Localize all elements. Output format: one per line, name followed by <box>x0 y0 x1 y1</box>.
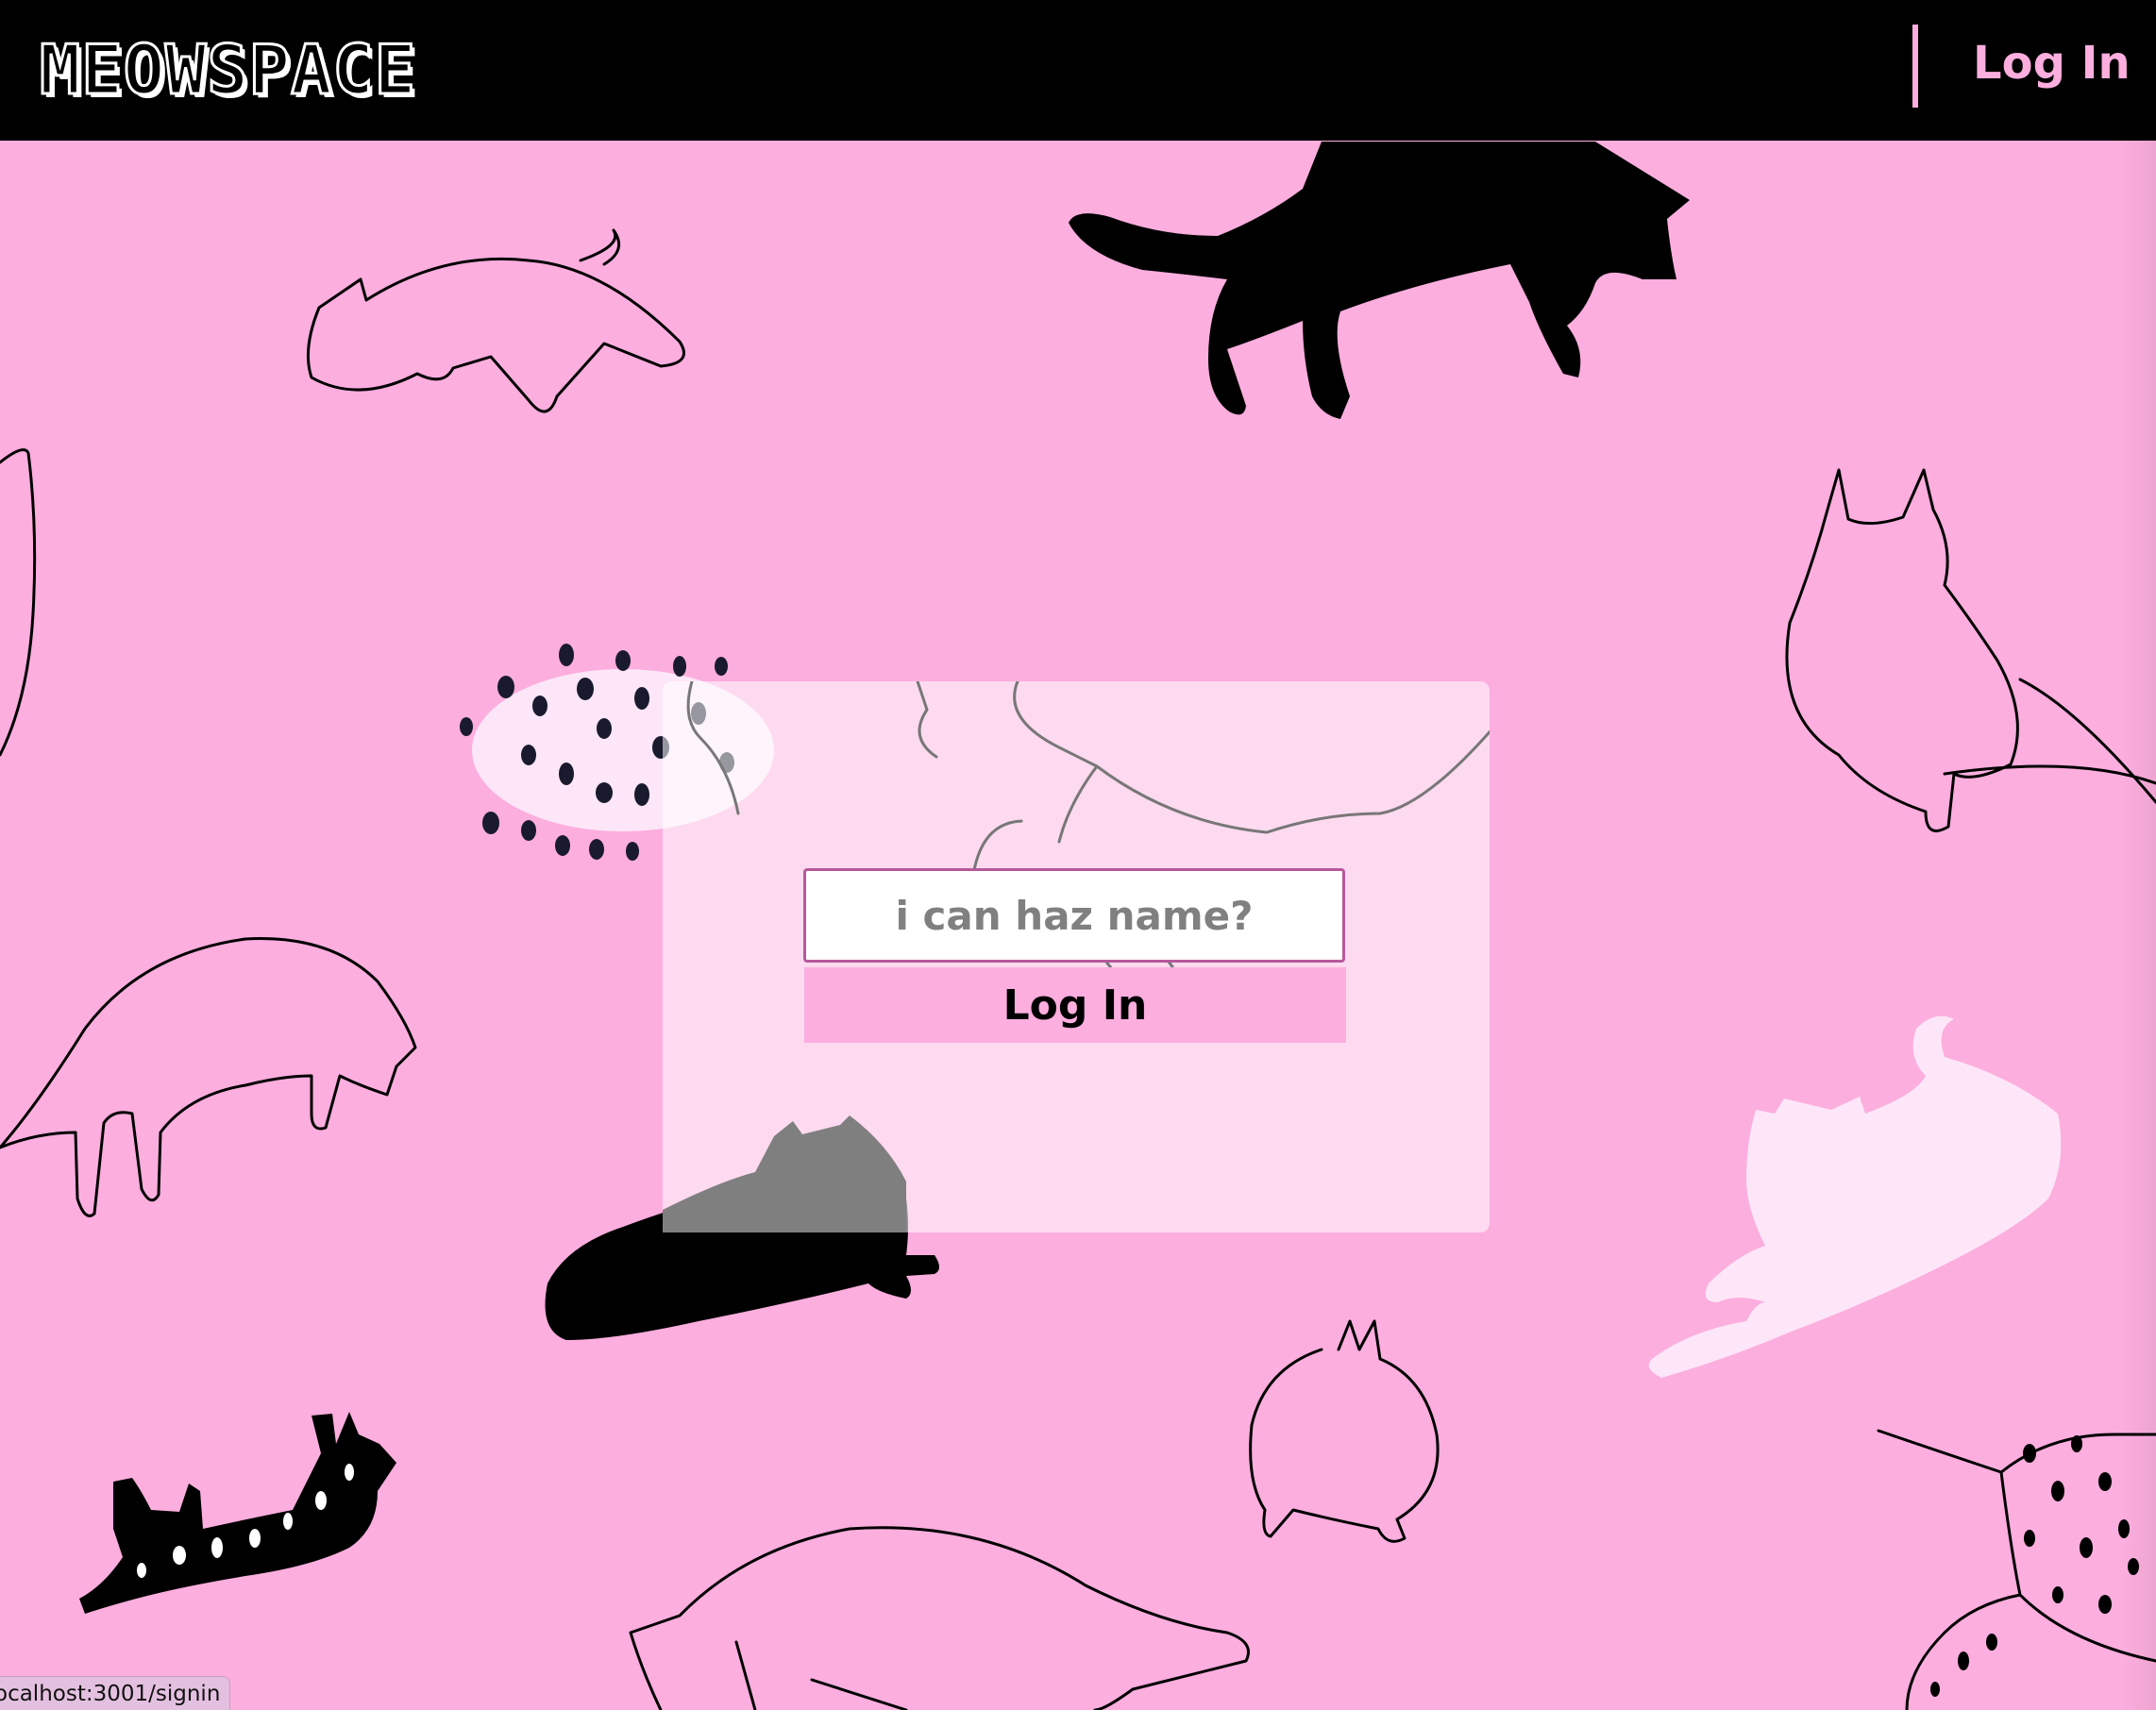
cat-illustration <box>1785 468 2156 832</box>
top-navbar: MEOWSPACE Log In <box>0 0 2156 141</box>
username-input[interactable] <box>803 868 1345 963</box>
status-bar-url: ocalhost:3001/signin <box>0 1676 230 1710</box>
cat-illustration <box>663 1115 906 1232</box>
cat-illustration <box>1648 1015 2062 1378</box>
cat-illustration <box>79 1412 396 1614</box>
login-submit-button[interactable]: Log In <box>804 967 1346 1043</box>
cat-illustration <box>629 1526 1250 1710</box>
cat-illustration <box>1930 1435 2139 1697</box>
nav-login-link[interactable]: Log In <box>1973 30 2131 96</box>
cat-illustration <box>0 937 417 1217</box>
cat-illustration <box>306 228 685 413</box>
site-logo[interactable]: MEOWSPACE <box>38 31 416 109</box>
scroll-shadow <box>2122 141 2156 1710</box>
cat-illustration <box>1069 142 1690 419</box>
nav-divider <box>1912 25 1918 108</box>
cat-illustration <box>1877 1429 2156 1710</box>
cat-illustration <box>0 448 37 757</box>
cat-illustration <box>1249 1319 1440 1543</box>
